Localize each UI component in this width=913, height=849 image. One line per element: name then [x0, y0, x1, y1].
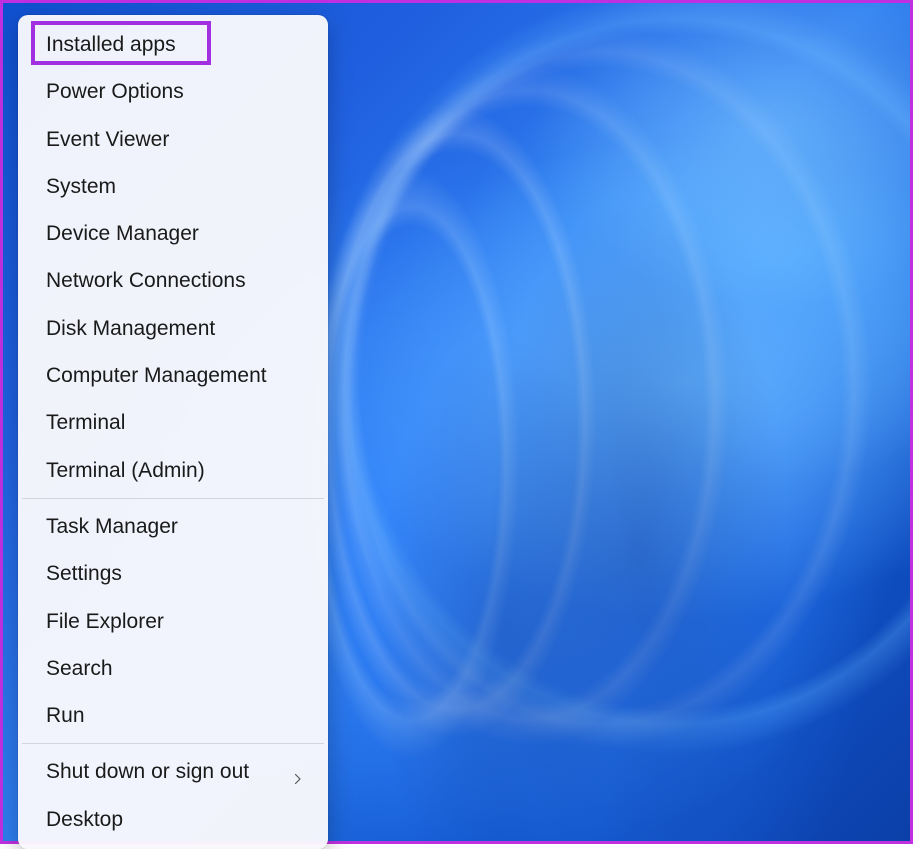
menu-item-label: Network Connections [46, 267, 246, 294]
menu-item-system[interactable]: System [22, 163, 324, 210]
menu-item-label: Search [46, 655, 113, 682]
menu-item-desktop[interactable]: Desktop [22, 796, 324, 843]
menu-item-label: Terminal (Admin) [46, 457, 205, 484]
menu-item-disk-management[interactable]: Disk Management [22, 305, 324, 352]
menu-item-label: Computer Management [46, 362, 267, 389]
menu-item-installed-apps[interactable]: Installed apps [22, 21, 324, 68]
menu-item-settings[interactable]: Settings [22, 550, 324, 597]
menu-item-label: Power Options [46, 78, 184, 105]
menu-item-label: System [46, 173, 116, 200]
menu-item-label: Desktop [46, 806, 123, 833]
menu-item-search[interactable]: Search [22, 645, 324, 692]
menu-item-label: Device Manager [46, 220, 199, 247]
winx-power-user-menu: Installed apps Power Options Event Viewe… [18, 15, 328, 849]
menu-item-shutdown-signout[interactable]: Shut down or sign out [22, 748, 324, 795]
menu-item-label: Event Viewer [46, 126, 169, 153]
menu-separator [22, 743, 324, 744]
menu-separator [22, 498, 324, 499]
menu-item-file-explorer[interactable]: File Explorer [22, 598, 324, 645]
menu-item-terminal-admin[interactable]: Terminal (Admin) [22, 447, 324, 494]
menu-item-terminal[interactable]: Terminal [22, 399, 324, 446]
menu-item-label: File Explorer [46, 608, 164, 635]
menu-item-label: Terminal [46, 409, 125, 436]
menu-item-computer-management[interactable]: Computer Management [22, 352, 324, 399]
menu-item-label: Run [46, 702, 85, 729]
menu-item-run[interactable]: Run [22, 692, 324, 739]
menu-item-label: Shut down or sign out [46, 758, 249, 785]
menu-item-power-options[interactable]: Power Options [22, 68, 324, 115]
menu-item-network-connections[interactable]: Network Connections [22, 257, 324, 304]
menu-item-device-manager[interactable]: Device Manager [22, 210, 324, 257]
menu-item-label: Installed apps [46, 31, 176, 58]
menu-item-label: Settings [46, 560, 122, 587]
chevron-right-icon [292, 765, 306, 779]
menu-item-event-viewer[interactable]: Event Viewer [22, 116, 324, 163]
menu-item-task-manager[interactable]: Task Manager [22, 503, 324, 550]
menu-item-label: Disk Management [46, 315, 215, 342]
menu-item-label: Task Manager [46, 513, 178, 540]
